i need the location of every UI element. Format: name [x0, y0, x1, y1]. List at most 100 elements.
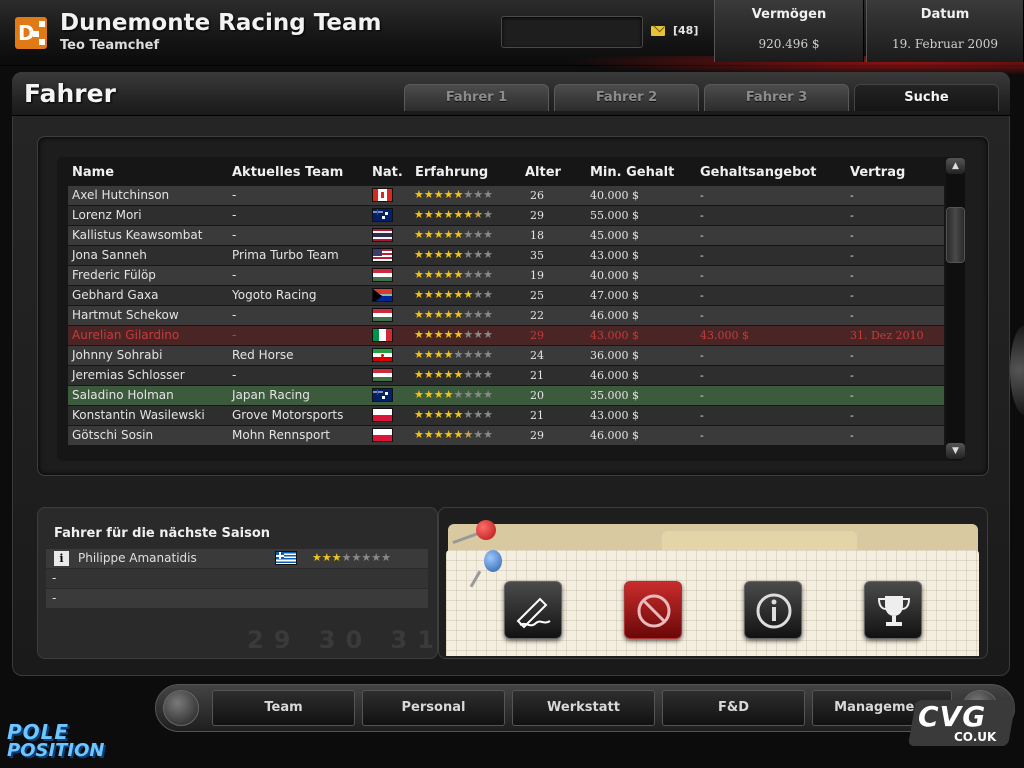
team-name: Dunemonte Racing Team: [60, 10, 382, 36]
driver-age: 25: [530, 289, 544, 302]
table-row[interactable]: Konstantin Wasilewski Grove Motorsports ★★…: [68, 406, 944, 425]
driver-team: -: [232, 208, 237, 222]
driver-team: Japan Racing: [232, 388, 310, 402]
driver-age: 35: [530, 249, 544, 262]
date-box: Datum 19. Februar 2009: [866, 0, 1024, 62]
driver-min-salary: 46.000 $: [590, 429, 639, 442]
driver-experience-stars: ★★★★★★★★: [414, 208, 493, 221]
driver-age: 26: [530, 189, 544, 202]
table-row[interactable]: Jeremias Schlosser - ★★★★★★★★ 21 46.000 $ - -: [68, 366, 944, 385]
info-icon[interactable]: i: [54, 551, 69, 566]
driver-min-salary: 36.000 $: [590, 349, 639, 362]
blue-pushpin-icon: [484, 550, 502, 572]
hungary-flag-icon: [372, 308, 393, 322]
table-row[interactable]: Saladino Holman Japan Racing ★★★★★★★★ 20 35.…: [68, 386, 944, 405]
table-row[interactable]: Götschi Sosin Mohn Rennsport ★★★★★★★★ 29 46.…: [68, 426, 944, 445]
table-scrollbar[interactable]: [946, 158, 965, 460]
scroll-thumb[interactable]: [946, 207, 965, 263]
driver-min-salary: 55.000 $: [590, 209, 639, 222]
team-logo-icon: D: [15, 17, 47, 49]
table-row[interactable]: Lorenz Mori - ★★★★★★★★ 29 55.000 $ - -: [68, 206, 944, 225]
driver-experience-stars: ★★★★★★★★: [414, 288, 493, 301]
column-header-salary-offer[interactable]: Gehaltsangebot: [700, 165, 817, 180]
trophy-icon: [877, 596, 911, 626]
wealth-box: Vermögen 920.496 $: [714, 0, 864, 62]
tab-fahrer-1[interactable]: Fahrer 1: [404, 84, 549, 111]
next-season-driver-name: -: [52, 571, 57, 585]
table-row[interactable]: Hartmut Schekow - ★★★★★★★★ 22 46.000 $ - -: [68, 306, 944, 325]
driver-min-salary: 43.000 $: [590, 249, 639, 262]
driver-experience-stars: ★★★★★★★★: [414, 248, 493, 261]
driver-salary-offer: 43.000 $: [700, 329, 749, 342]
nav-round-button-left[interactable]: [163, 690, 199, 726]
nav-personal[interactable]: Personal: [362, 690, 505, 726]
tab-fahrer-2[interactable]: Fahrer 2: [554, 84, 699, 111]
driver-contract: -: [850, 229, 854, 242]
column-header-name[interactable]: Name: [72, 165, 114, 180]
driver-min-salary: 40.000 $: [590, 189, 639, 202]
driver-salary-offer: -: [700, 429, 704, 442]
next-season-driver-name: -: [52, 591, 57, 605]
trophy-button[interactable]: [864, 581, 922, 639]
driver-experience-stars: ★★★★★★★★: [414, 268, 493, 281]
calendar-ghost-numbers: 29 30 31: [247, 626, 444, 654]
next-season-driver-stars: ★★★★★★★★: [312, 551, 391, 564]
greece-flag-icon: [275, 551, 297, 565]
australia-flag-icon: [372, 208, 393, 222]
driver-name: Gebhard Gaxa: [72, 288, 159, 302]
scroll-up-icon[interactable]: ▲: [946, 158, 965, 174]
scroll-down-icon[interactable]: ▼: [946, 443, 965, 459]
driver-contract: 31. Dez 2010: [850, 329, 924, 342]
driver-team: Grove Motorsports: [232, 408, 344, 422]
driver-contract: -: [850, 429, 854, 442]
column-header-nationality[interactable]: Nat.: [372, 165, 403, 180]
next-season-row[interactable]: i Philippe Amanatidis ★★★★★★★★: [46, 549, 428, 568]
column-header-team[interactable]: Aktuelles Team: [232, 165, 343, 180]
driver-salary-offer: -: [700, 349, 704, 362]
driver-salary-offer: -: [700, 209, 704, 222]
driver-experience-stars: ★★★★★★★★: [414, 328, 493, 341]
hungary-flag-icon: [372, 368, 393, 382]
table-row[interactable]: Axel Hutchinson - ★★★★★★★★ 26 40.000 $ - -: [68, 186, 944, 205]
driver-age: 18: [530, 229, 544, 242]
driver-min-salary: 47.000 $: [590, 289, 639, 302]
driver-min-salary: 46.000 $: [590, 309, 639, 322]
driver-experience-stars: ★★★★★★★★: [414, 348, 493, 361]
column-header-min-salary[interactable]: Min. Gehalt: [590, 165, 674, 180]
cvg-logo-sub: CO.UK: [954, 730, 997, 744]
mail-icon[interactable]: [651, 26, 665, 36]
nav-werkstatt[interactable]: Werkstatt: [512, 690, 655, 726]
nav-fd[interactable]: F&D: [662, 690, 805, 726]
table-row[interactable]: Jona Sanneh Prima Turbo Team ★★★★★★★★ 35 43.…: [68, 246, 944, 265]
mail-count[interactable]: [48]: [673, 24, 698, 37]
driver-experience-stars: ★★★★★★★★: [414, 368, 493, 381]
tab-fahrer-3[interactable]: Fahrer 3: [704, 84, 849, 111]
driver-age: 29: [530, 329, 544, 342]
info-button[interactable]: [744, 581, 802, 639]
table-row[interactable]: Gebhard Gaxa Yogoto Racing ★★★★★★★★ 25 47.00…: [68, 286, 944, 305]
australia-flag-icon: [372, 388, 393, 402]
driver-salary-offer: -: [700, 229, 704, 242]
tab-suche[interactable]: Suche: [854, 84, 999, 111]
driver-age: 20: [530, 389, 544, 402]
column-header-age[interactable]: Alter: [525, 165, 561, 180]
driver-salary-offer: -: [700, 249, 704, 262]
nav-team[interactable]: Team: [212, 690, 355, 726]
table-row[interactable]: Johnny Sohrabi Red Horse ★★★★★★★★ 24 36.000 …: [68, 346, 944, 365]
next-season-row[interactable]: -: [46, 589, 428, 608]
table-row[interactable]: Frederic Fülöp - ★★★★★★★★ 19 40.000 $ - -: [68, 266, 944, 285]
sign-contract-button[interactable]: [504, 581, 562, 639]
next-season-row[interactable]: -: [46, 569, 428, 588]
column-header-contract[interactable]: Vertrag: [850, 165, 905, 180]
side-knob[interactable]: [1010, 325, 1024, 415]
driver-name: Kallistus Keawsombat: [72, 228, 203, 242]
column-header-experience[interactable]: Erfahrung: [415, 165, 488, 180]
driver-min-salary: 43.000 $: [590, 329, 639, 342]
cancel-button[interactable]: [624, 581, 682, 639]
message-box[interactable]: [501, 16, 643, 48]
driver-age: 24: [530, 349, 544, 362]
driver-name: Jona Sanneh: [72, 248, 147, 262]
table-row[interactable]: Kallistus Keawsombat - ★★★★★★★★ 18 45.000 $ -…: [68, 226, 944, 245]
table-row[interactable]: Aurelian Gilardino - ★★★★★★★★ 29 43.000 $ 43.…: [68, 326, 944, 345]
wealth-label: Vermögen: [751, 7, 827, 22]
